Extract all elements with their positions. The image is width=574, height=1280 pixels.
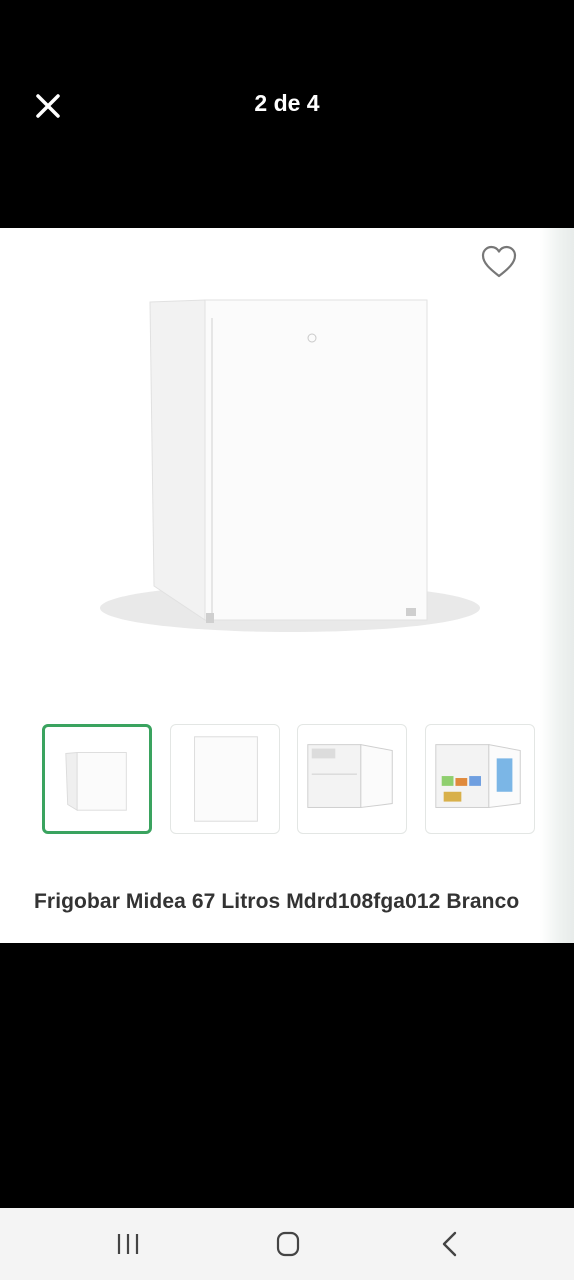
product-main-image — [100, 299, 480, 632]
image-counter: 2 de 4 — [254, 90, 320, 116]
home-icon[interactable] — [268, 1226, 308, 1262]
top-bar: 2 de 4 — [0, 0, 574, 228]
thumbnail-3[interactable] — [297, 724, 407, 834]
thumb-fridge-angle-image — [65, 752, 127, 812]
back-icon[interactable] — [430, 1226, 470, 1262]
recent-apps-icon[interactable] — [108, 1226, 148, 1262]
thumb-fridge-open-empty-image — [307, 744, 393, 809]
next-page-edge — [540, 228, 574, 943]
product-title: Frigobar Midea 67 Litros Mdrd108fga012 B… — [34, 890, 520, 913]
thumbnail-1[interactable] — [42, 724, 152, 834]
thumb-fridge-front-image — [194, 736, 258, 822]
thumbnail-4[interactable] — [425, 724, 535, 834]
product-gallery: Frigobar Midea 67 Litros Mdrd108fga012 B… — [0, 228, 574, 943]
thumbnail-2[interactable] — [170, 724, 280, 834]
android-nav-bar — [0, 1208, 574, 1280]
thumb-fridge-open-filled-image — [435, 744, 521, 809]
